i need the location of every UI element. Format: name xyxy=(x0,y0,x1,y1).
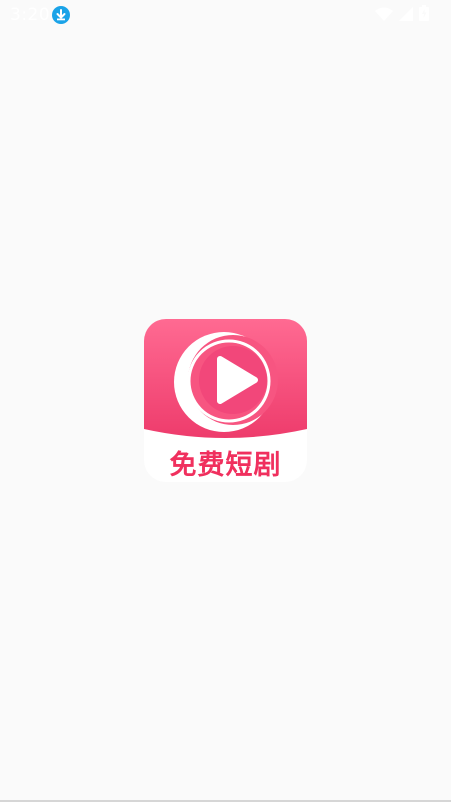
wifi-icon xyxy=(375,6,393,25)
app-name-caption: 免费短剧 xyxy=(169,450,282,481)
app-logo: 免费短剧 xyxy=(144,319,307,482)
download-icon xyxy=(52,6,70,24)
status-time: 3:20 xyxy=(10,5,51,25)
signal-icon xyxy=(399,6,413,25)
splash-screen: 3:20 免费短剧 xyxy=(0,0,451,802)
status-bar: 3:20 xyxy=(0,0,451,30)
status-icons xyxy=(375,5,429,25)
battery-icon xyxy=(419,5,429,25)
